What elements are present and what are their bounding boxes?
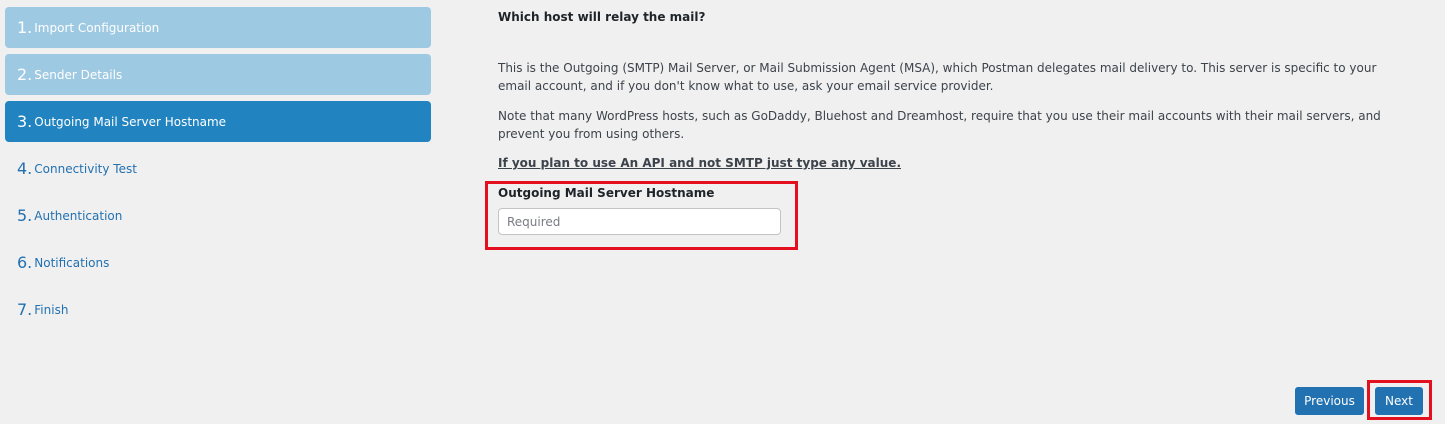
step-label: Outgoing Mail Server Hostname [34,114,227,129]
step-label: Authentication [34,208,123,223]
hostname-label: Outgoing Mail Server Hostname [498,186,715,200]
wizard-steps: 1. Import Configuration 2. Sender Detail… [5,7,431,336]
previous-button[interactable]: Previous [1295,387,1364,415]
step-outgoing-mail-server-hostname[interactable]: 3. Outgoing Mail Server Hostname [5,101,431,142]
step-sender-details[interactable]: 2. Sender Details [5,54,431,95]
step-connectivity-test[interactable]: 4. Connectivity Test [5,148,431,189]
hostname-input[interactable] [498,208,781,235]
api-note: If you plan to use An API and not SMTP j… [498,156,902,170]
step-label: Sender Details [34,67,123,82]
step-label: Connectivity Test [34,161,137,176]
step-authentication[interactable]: 5. Authentication [5,195,431,236]
step-number: 3. [17,112,33,131]
step-import-configuration[interactable]: 1. Import Configuration [5,7,431,48]
step-number: 2. [17,65,33,84]
step-label: Finish [34,302,69,317]
step-number: 4. [17,159,33,178]
next-button[interactable]: Next [1375,387,1423,415]
step-question: Which host will relay the mail? [498,10,706,24]
step-label: Notifications [34,255,110,270]
step-number: 1. [17,18,33,37]
step-notifications[interactable]: 6. Notifications [5,242,431,283]
step-label: Import Configuration [34,20,160,35]
hosting-note-paragraph: Note that many WordPress hosts, such as … [498,109,1381,141]
step-number: 6. [17,253,33,272]
description-paragraph: This is the Outgoing (SMTP) Mail Server,… [498,61,1377,93]
step-number: 5. [17,206,33,225]
step-number: 7. [17,300,33,319]
step-finish[interactable]: 7. Finish [5,289,431,330]
